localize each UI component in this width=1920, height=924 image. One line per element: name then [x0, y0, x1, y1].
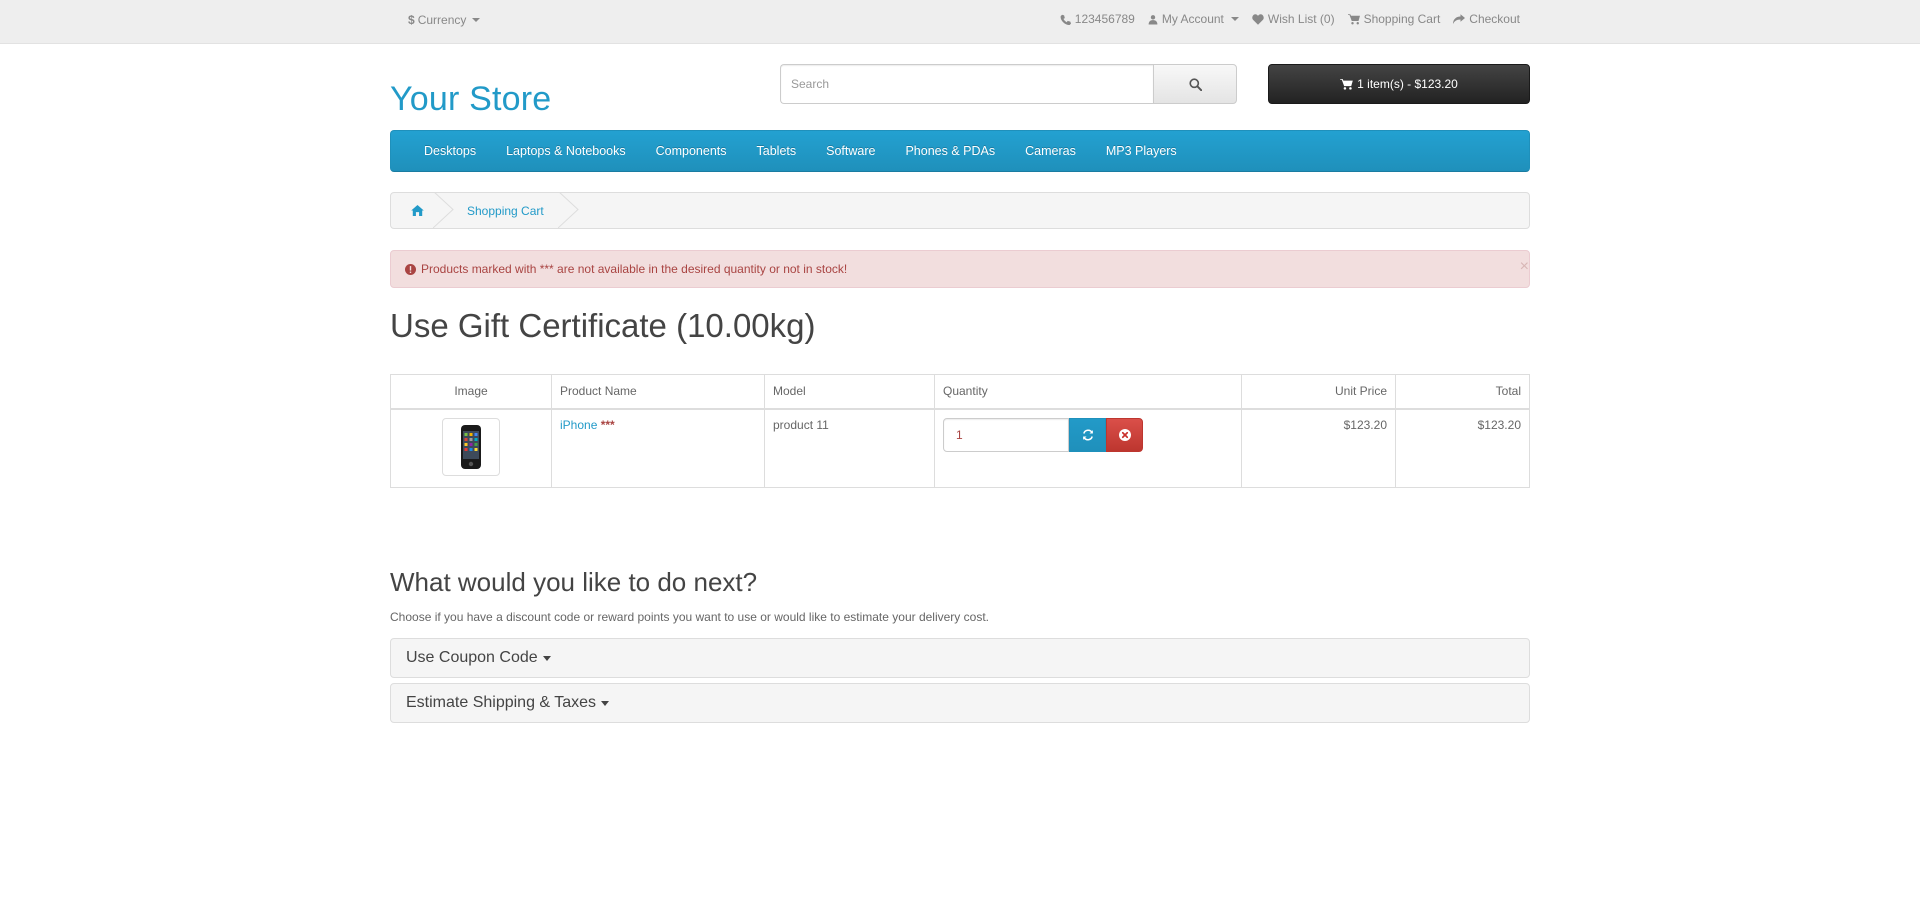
caret-down-icon [601, 700, 610, 706]
column-header-unit-price: Unit Price [1241, 374, 1396, 410]
product-image-cell [390, 408, 552, 488]
stock-alert: Products marked with *** are not availab… [390, 250, 1530, 288]
menu-item-desktops[interactable]: Desktops [409, 144, 491, 158]
coupon-code-panel[interactable]: Use Coupon Code [390, 638, 1530, 678]
share-icon [1453, 13, 1466, 24]
column-header-product-name: Product Name [551, 374, 765, 410]
caret-down-icon [542, 655, 551, 661]
wishlist-label: Wish List (0) [1267, 12, 1335, 26]
next-steps-help-text: Choose if you have a discount code or re… [390, 610, 989, 624]
alert-message: Products marked with *** are not availab… [421, 262, 848, 276]
column-header-model: Model [764, 374, 935, 410]
checkout-label: Checkout [1469, 12, 1520, 26]
search-button[interactable] [1153, 64, 1237, 104]
search-bar [780, 64, 1237, 104]
store-logo[interactable]: Your Store [390, 82, 551, 116]
page-title: Use Gift Certificate (10.00kg) [390, 307, 816, 344]
unit-price-cell: $123.20 [1241, 408, 1396, 488]
currency-dropdown[interactable]: $ Currency [408, 13, 481, 27]
search-icon [1188, 77, 1202, 91]
cart-total-label: 1 item(s) - $123.20 [1357, 77, 1458, 91]
breadcrumb-cart-label: Shopping Cart [467, 203, 544, 218]
menu-item-tablets[interactable]: Tablets [742, 144, 812, 158]
times-circle-icon [1118, 428, 1131, 441]
next-steps-heading: What would you like to do next? [390, 567, 758, 597]
cart-total-button[interactable]: 1 item(s) - $123.20 [1268, 64, 1530, 104]
cart-icon [1347, 13, 1360, 24]
wishlist-link[interactable]: Wish List (0) [1252, 12, 1335, 26]
currency-label: Currency [417, 13, 467, 27]
phone-number: 123456789 [1074, 12, 1135, 26]
product-name-link[interactable]: iPhone [560, 418, 597, 432]
breadcrumb: Shopping Cart [390, 192, 1530, 229]
phone-icon [1060, 14, 1071, 25]
iphone-image [461, 424, 481, 469]
out-of-stock-flag: *** [600, 417, 615, 432]
remove-item-button[interactable] [1106, 417, 1143, 452]
phone-link[interactable]: 123456789 [1060, 12, 1135, 26]
table-row: iPhone *** product 11 $123.20 [390, 408, 1530, 488]
dollar-icon: $ [408, 13, 415, 27]
refresh-icon [1082, 429, 1093, 440]
breadcrumb-home[interactable] [391, 193, 454, 228]
column-header-total: Total [1395, 374, 1530, 410]
exclamation-circle-icon [405, 263, 416, 275]
checkout-link[interactable]: Checkout [1453, 12, 1520, 26]
quantity-input[interactable] [943, 417, 1069, 452]
quantity-cell [934, 408, 1242, 488]
cart-table: Image Product Name Model Quantity Unit P… [390, 374, 1530, 488]
menu-item-cameras[interactable]: Cameras [1010, 144, 1091, 158]
menu-item-laptops[interactable]: Laptops & Notebooks [491, 144, 641, 158]
caret-down-icon [472, 18, 481, 22]
main-menu: Desktops Laptops & Notebooks Components … [390, 130, 1530, 172]
shopping-cart-label: Shopping Cart [1363, 12, 1441, 26]
product-model-cell: product 11 [764, 408, 935, 488]
breadcrumb-shopping-cart[interactable]: Shopping Cart [443, 193, 579, 228]
estimate-shipping-panel-title: Estimate Shipping & Taxes [406, 694, 597, 711]
menu-item-phones[interactable]: Phones & PDAs [890, 144, 1010, 158]
my-account-dropdown[interactable]: My Account [1148, 12, 1239, 26]
breadcrumb-separator [557, 193, 579, 228]
estimate-shipping-panel[interactable]: Estimate Shipping & Taxes [390, 683, 1530, 723]
product-name-cell: iPhone *** [551, 408, 765, 488]
heart-icon [1252, 13, 1264, 25]
top-bar: $ Currency 123456789 My Account Wish Lis… [0, 0, 1920, 44]
update-quantity-button[interactable] [1069, 417, 1106, 452]
table-header-row: Image Product Name Model Quantity Unit P… [390, 374, 1530, 410]
menu-item-components[interactable]: Components [641, 144, 742, 158]
column-header-image: Image [390, 374, 552, 410]
shopping-cart-link[interactable]: Shopping Cart [1347, 12, 1441, 26]
menu-item-software[interactable]: Software [811, 144, 890, 158]
cart-icon [1340, 78, 1353, 90]
my-account-label: My Account [1161, 12, 1224, 26]
total-cell: $123.20 [1395, 408, 1530, 488]
menu-item-mp3[interactable]: MP3 Players [1091, 144, 1192, 158]
column-header-quantity: Quantity [934, 374, 1242, 410]
search-input[interactable] [780, 64, 1154, 104]
product-thumbnail[interactable] [442, 417, 500, 476]
user-icon [1148, 14, 1158, 24]
caret-down-icon [1230, 17, 1239, 21]
close-alert-button[interactable]: × [1520, 259, 1529, 275]
home-icon [410, 205, 424, 216]
coupon-code-panel-title: Use Coupon Code [406, 649, 538, 666]
